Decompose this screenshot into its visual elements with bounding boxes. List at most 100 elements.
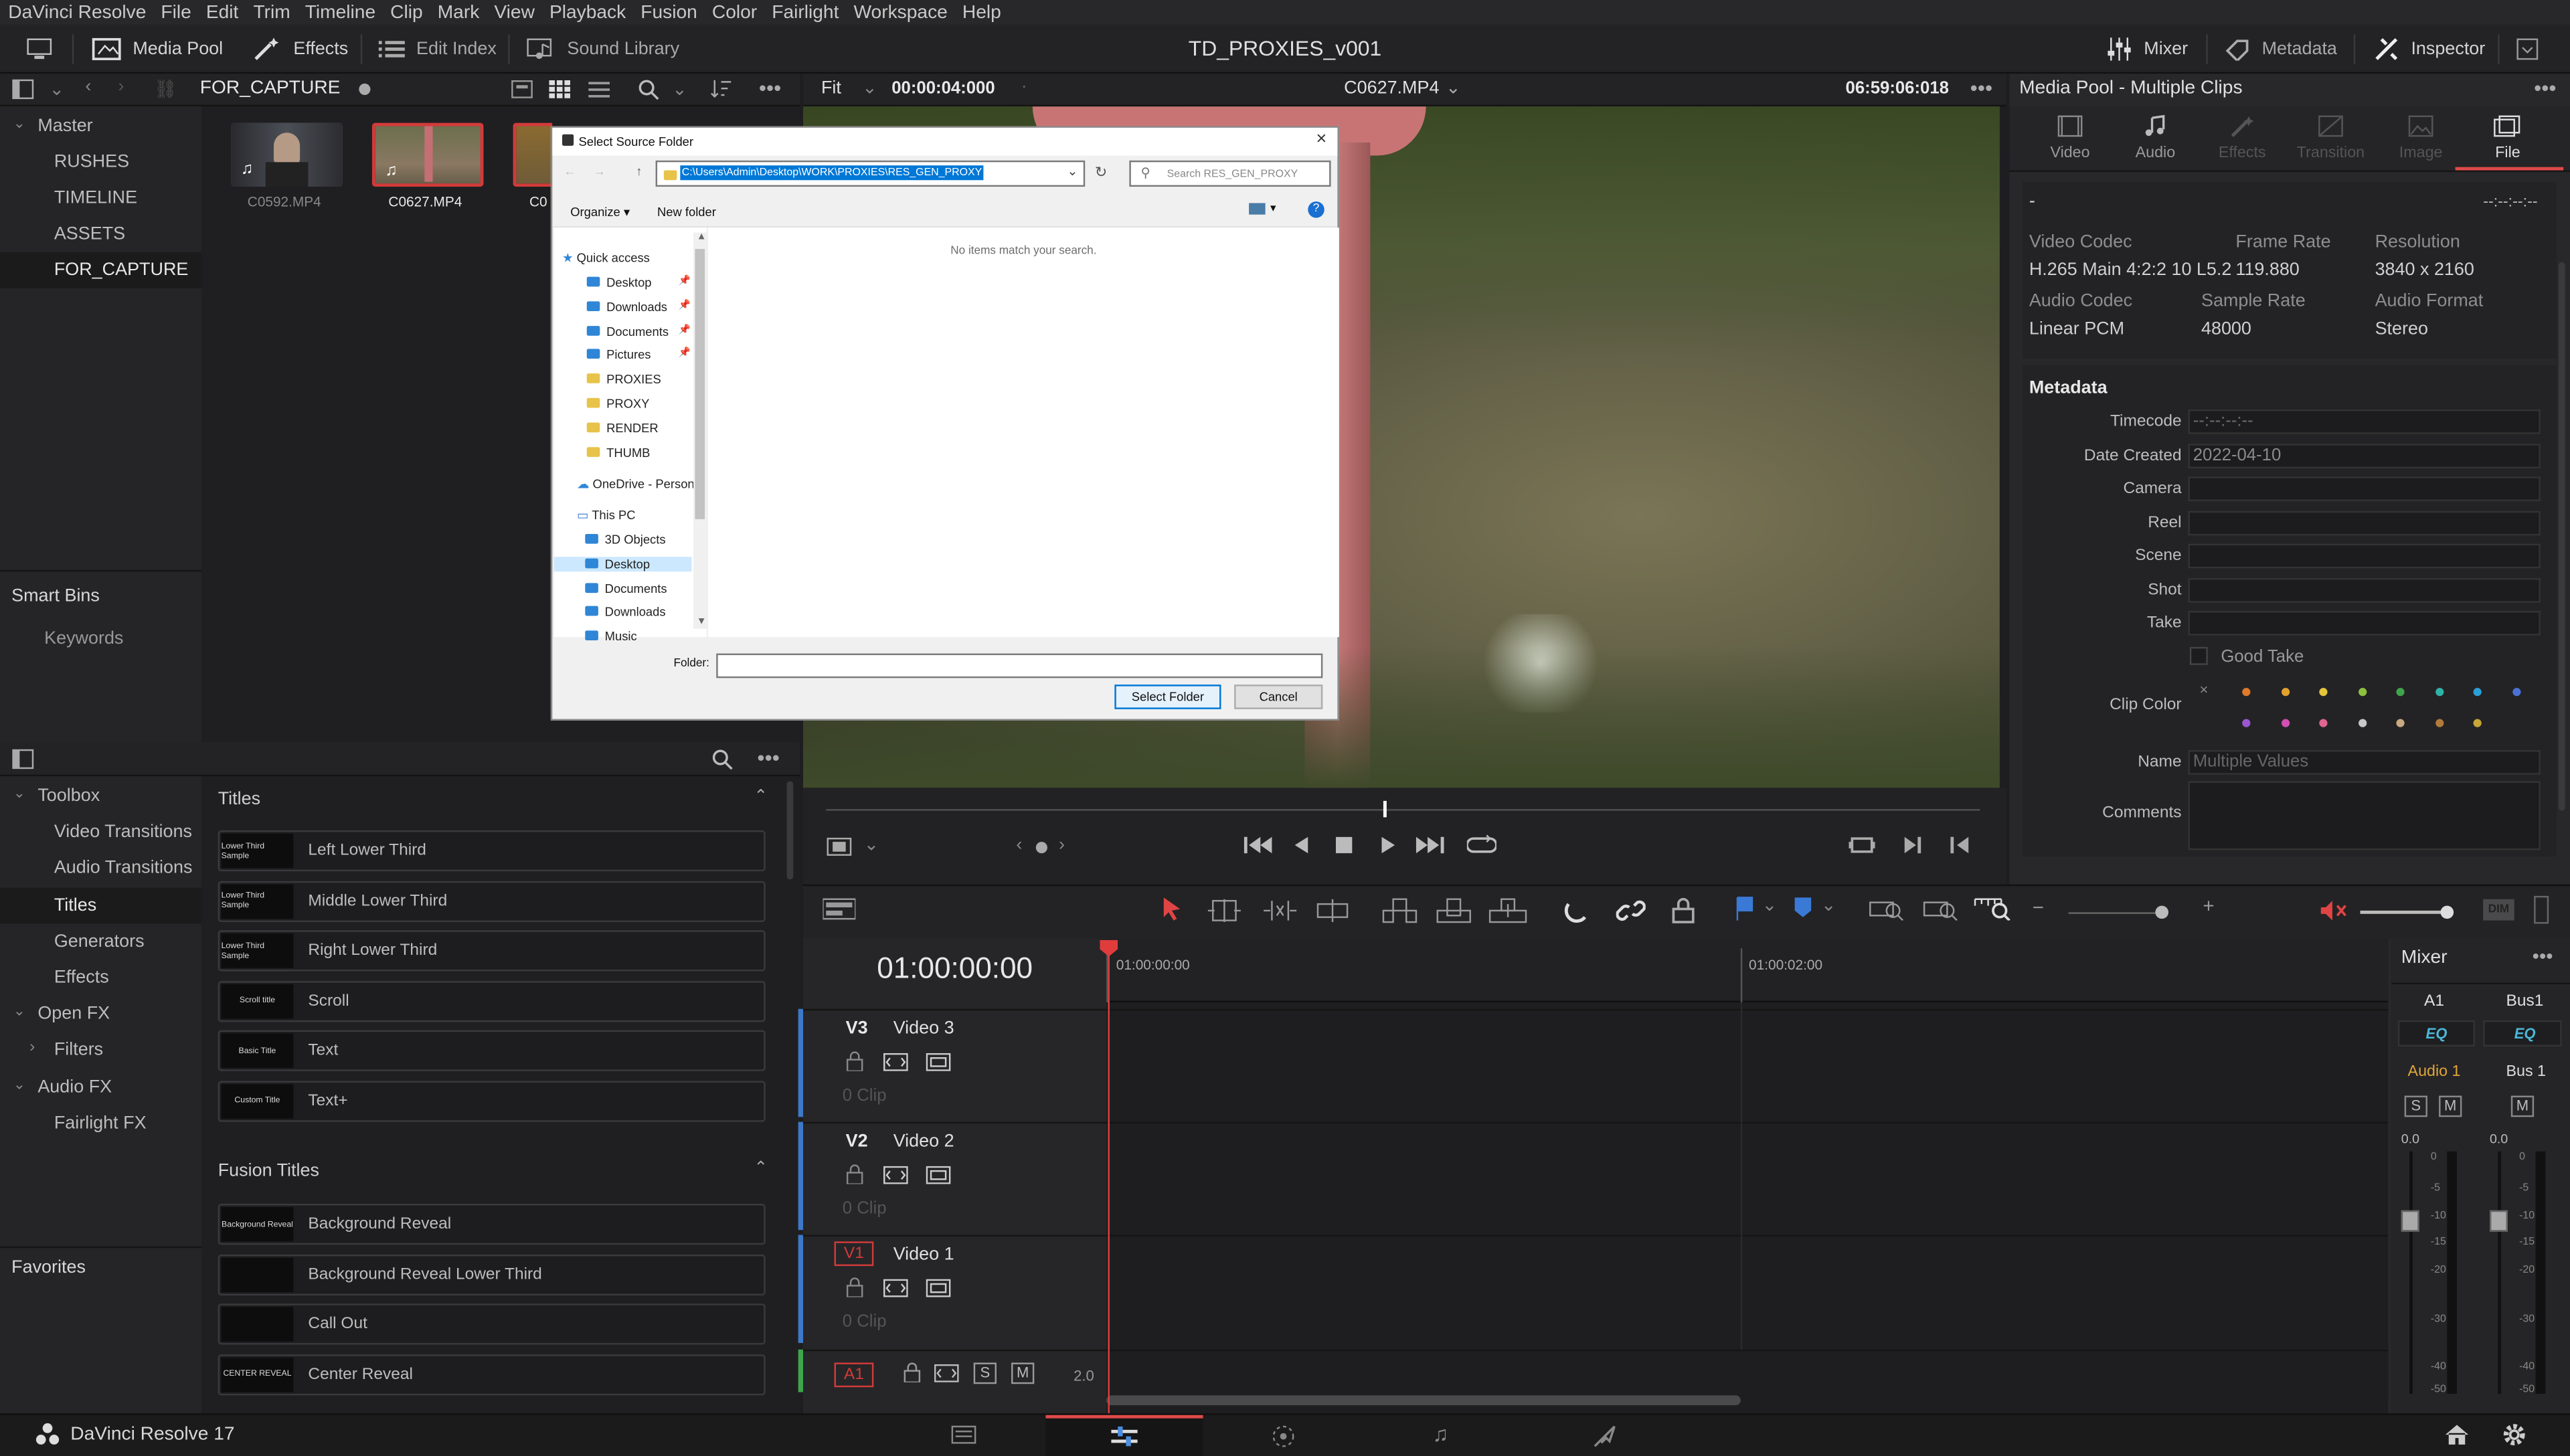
close-icon[interactable]: ×	[1316, 129, 1327, 149]
jog-left-icon[interactable]: ‹	[1016, 835, 1022, 854]
menu-fusion[interactable]: Fusion	[640, 3, 697, 22]
clip-color-swatch[interactable]	[2473, 719, 2482, 727]
snapping-icon[interactable]	[1563, 897, 1590, 929]
app-menu[interactable]: DaVinci Resolve	[8, 3, 146, 22]
page-deliver-icon[interactable]	[1592, 1423, 1618, 1455]
tab-effects[interactable]: Effects	[2213, 114, 2272, 162]
auto-select-icon[interactable]	[883, 1053, 908, 1076]
chevron-down-icon[interactable]: ⌄	[49, 78, 64, 100]
clip-color-swatch[interactable]	[2473, 688, 2482, 697]
chevron-down-icon[interactable]: ⌄	[1762, 894, 1778, 915]
back-arrow-icon[interactable]: ←	[564, 164, 576, 179]
address-bar[interactable]: C:\Users\Admin\Desktop\WORK\PROXIES\RES_…	[655, 160, 1086, 187]
track-code[interactable]: V2	[846, 1131, 868, 1151]
audio-transitions-item[interactable]: Audio Transitions	[54, 858, 193, 878]
audio-track-code[interactable]: A1	[834, 1362, 874, 1388]
mixer-mute-button[interactable]: M	[2439, 1095, 2462, 1117]
zoom-detail-icon[interactable]	[1923, 897, 1959, 925]
nav-item[interactable]: Desktop	[553, 556, 692, 571]
menu-mark[interactable]: Mark	[438, 3, 480, 22]
sort-icon[interactable]	[709, 78, 732, 103]
home-icon[interactable]	[2444, 1423, 2470, 1451]
more-options-icon[interactable]: •••	[2533, 945, 2553, 968]
page-fusion-icon[interactable]	[1270, 1423, 1296, 1455]
nav-item[interactable]: Pictures 📌	[586, 348, 691, 363]
timecode-field[interactable]: --:--:--:--	[2188, 409, 2541, 434]
generators-item[interactable]: Generators	[54, 932, 145, 951]
tab-image[interactable]: Image	[2396, 114, 2445, 162]
search-icon[interactable]	[638, 78, 659, 104]
cancel-button[interactable]: Cancel	[1234, 685, 1323, 709]
trim-tool-icon[interactable]	[1206, 899, 1242, 927]
metadata-view-icon[interactable]	[511, 80, 533, 103]
organize-menu[interactable]: Organize ▾	[570, 205, 630, 219]
bin-assets[interactable]: ASSETS	[54, 224, 125, 244]
track-lane[interactable]	[1106, 1008, 2389, 1122]
scroll-up-icon[interactable]: ▲	[697, 233, 707, 243]
page-edit-tab[interactable]	[1045, 1415, 1203, 1456]
clip-color-swatch[interactable]	[2319, 688, 2328, 697]
page-fairlight-icon[interactable]: ♫	[1432, 1422, 1448, 1447]
track-visibility-icon[interactable]	[926, 1279, 951, 1302]
position-lock-icon[interactable]	[1672, 897, 1695, 929]
effects-button[interactable]: Effects	[252, 31, 348, 68]
nav-item[interactable]: Desktop 📌	[586, 275, 691, 290]
bin-timeline[interactable]: TIMELINE	[54, 188, 137, 207]
tab-audio[interactable]: Audio	[2131, 114, 2180, 162]
bin-master[interactable]: Master	[37, 116, 92, 136]
nav-item[interactable]: PROXY	[586, 396, 649, 411]
more-options-icon[interactable]: •••	[759, 76, 781, 100]
camera-field[interactable]	[2188, 476, 2541, 501]
fader-track-bus1[interactable]	[2498, 1151, 2502, 1394]
link-icon[interactable]: ⛓	[154, 78, 177, 100]
chevron-down-icon[interactable]: ⌄	[13, 1002, 25, 1020]
mixer-solo-button[interactable]: S	[2404, 1095, 2427, 1117]
menu-file[interactable]: File	[161, 3, 191, 22]
collapse-icon[interactable]: ⌃	[754, 1160, 768, 1178]
clip-thumbnail-selected[interactable]: ♫	[371, 122, 484, 187]
more-options-icon[interactable]: •••	[1970, 76, 1992, 100]
name-field[interactable]: Multiple Values	[2188, 750, 2541, 775]
fader-handle-bus1[interactable]	[2490, 1210, 2508, 1232]
collapse-icon[interactable]: ⌃	[754, 788, 768, 806]
track-code[interactable]: V3	[846, 1018, 868, 1038]
bin-for-capture[interactable]: FOR_CAPTURE	[0, 252, 202, 288]
fusion-title-item[interactable]: CENTER REVEAL Center Reveal	[218, 1354, 766, 1395]
zoom-full-icon[interactable]	[1869, 897, 1905, 925]
jog-right-icon[interactable]: ›	[1059, 835, 1065, 854]
clip-thumbnail[interactable]: ♫	[231, 122, 343, 187]
menu-fairlight[interactable]: Fairlight	[772, 3, 839, 22]
scene-field[interactable]	[2188, 543, 2541, 569]
mixer-button[interactable]: Mixer	[2106, 31, 2188, 68]
title-item[interactable]: Custom Title Text+	[218, 1080, 766, 1121]
chevron-right-icon[interactable]: ›	[29, 1038, 35, 1057]
fusion-title-item[interactable]: Call Out	[218, 1303, 766, 1345]
tab-video[interactable]: Video	[2045, 114, 2094, 162]
loop-icon[interactable]	[1466, 834, 1498, 862]
lock-icon[interactable]	[846, 1051, 864, 1076]
auto-select-icon[interactable]	[934, 1364, 959, 1387]
lock-icon[interactable]	[903, 1362, 921, 1387]
folder-input[interactable]	[716, 653, 1323, 678]
bin-rushes[interactable]: RUSHES	[54, 153, 129, 172]
reel-field[interactable]	[2188, 511, 2541, 536]
quick-access-item[interactable]: ★ Quick access	[562, 250, 650, 265]
menu-color[interactable]: Color	[712, 3, 757, 22]
volume-slider-handle[interactable]	[2440, 905, 2454, 919]
filters-item[interactable]: Filters	[54, 1040, 103, 1059]
clip-color-swatch[interactable]	[2242, 719, 2251, 727]
prev-edit-icon[interactable]	[1950, 835, 1970, 860]
timeline-view-icon[interactable]	[822, 897, 857, 925]
tab-transition[interactable]: Transition	[2295, 114, 2367, 162]
chevron-down-icon[interactable]: ⌄	[672, 78, 687, 100]
file-list-pane[interactable]: No items match your search.	[707, 227, 1339, 638]
title-item[interactable]: Lower Third Sample Right Lower Third	[218, 930, 766, 972]
title-item[interactable]: Lower Third Sample Middle Lower Third	[218, 880, 766, 921]
comments-field[interactable]	[2188, 781, 2541, 850]
zoom-slider-handle[interactable]	[2155, 905, 2168, 919]
track-visibility-icon[interactable]	[926, 1166, 951, 1189]
sound-library-button[interactable]: Sound Library	[526, 31, 679, 68]
menu-clip[interactable]: Clip	[390, 3, 423, 22]
match-frame-icon[interactable]	[1849, 835, 1875, 860]
speaker-muted-icon[interactable]	[2319, 899, 2348, 927]
